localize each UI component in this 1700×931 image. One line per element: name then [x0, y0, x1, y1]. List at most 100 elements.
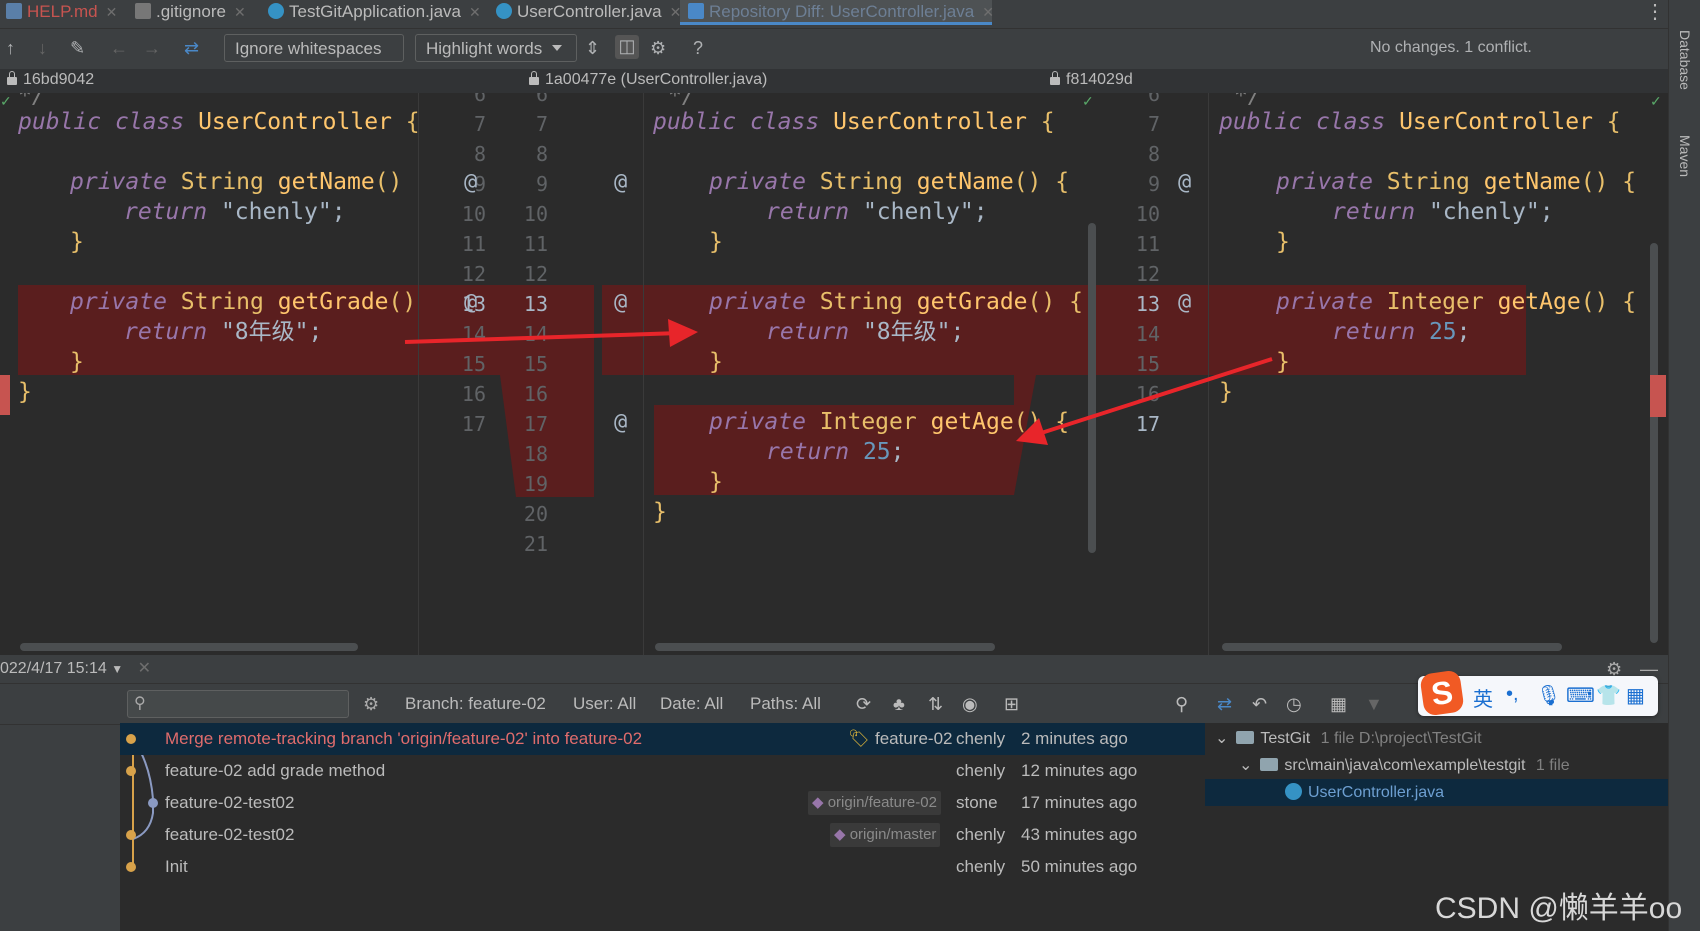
java-class-icon: [496, 3, 512, 19]
skin-icon[interactable]: 👕: [1596, 683, 1621, 708]
whitespace-dropdown[interactable]: Ignore whitespaces: [224, 34, 404, 79]
chevron-down-icon: ⌄: [1239, 757, 1253, 774]
branch-tag: ◆ origin/feature-02: [808, 791, 941, 815]
search-icon: ⚲: [134, 695, 146, 712]
microphone-icon[interactable]: 🎙: [1536, 683, 1561, 708]
three-way-diff: */ public class UserController { private…: [0, 93, 1668, 655]
cherry-pick-icon[interactable]: ♣: [893, 694, 905, 715]
branch-filter[interactable]: Branch: feature-02: [405, 694, 546, 714]
refresh-icon[interactable]: ⟳: [856, 694, 871, 715]
group-icon[interactable]: ▦: [1330, 694, 1347, 715]
tab-gitignore[interactable]: .gitignore ✕: [135, 0, 246, 28]
annotation-arrows: [404, 319, 1273, 445]
tree-node-file[interactable]: UserController.java: [1205, 779, 1668, 806]
java-class-icon: [268, 3, 284, 19]
tree-node-root[interactable]: ⌄ TestGit 1 file D:\project\TestGit: [1205, 725, 1668, 752]
toolbox-icon[interactable]: ▦: [1626, 683, 1645, 708]
tab-repository-diff[interactable]: Repository Diff: UserController.java ✕: [680, 0, 994, 25]
database-tool-tab[interactable]: Database: [1677, 30, 1693, 90]
chevron-down-icon: [552, 45, 563, 51]
gitignore-icon: [135, 3, 151, 19]
sort-icon[interactable]: ⇅: [928, 694, 943, 715]
table-row[interactable]: feature-02 add grade method chenly 12 mi…: [120, 755, 1205, 787]
folder-icon: [1236, 731, 1255, 744]
search-input[interactable]: ⚲: [127, 690, 349, 718]
commit-node: [126, 862, 136, 872]
commit-node: [126, 766, 136, 776]
close-icon[interactable]: ✕: [469, 4, 481, 20]
table-row[interactable]: feature-02-test02 ◆ origin/master chenly…: [120, 819, 1205, 851]
prev-change-icon[interactable]: ↑: [6, 37, 15, 59]
maven-tool-tab[interactable]: Maven: [1677, 135, 1693, 177]
keyboard-icon[interactable]: ⌨: [1566, 683, 1595, 708]
table-row[interactable]: Init chenly 50 minutes ago: [120, 851, 1205, 883]
tag-icon: ◆: [812, 794, 824, 811]
lock-icon: [1050, 71, 1060, 85]
next-change-icon[interactable]: ↓: [38, 37, 47, 59]
help-button[interactable]: ?: [693, 37, 703, 59]
collapse-unchanged-icon[interactable]: ⇕: [585, 37, 600, 59]
folder-icon: [1260, 758, 1279, 771]
java-class-icon: [1285, 783, 1302, 800]
sogou-logo-icon: S: [1419, 669, 1465, 717]
check-icon: ✓: [1082, 93, 1094, 109]
ime-punctuation-toggle[interactable]: •,: [1506, 683, 1519, 706]
commit-node: [148, 798, 158, 808]
search-icon[interactable]: ⚲: [1175, 694, 1188, 715]
center-revision: 1a00477e (UserController.java): [529, 69, 767, 91]
gear-icon[interactable]: ⚙: [650, 37, 666, 59]
markdown-icon: [6, 3, 22, 19]
watermark: CSDN @懒羊羊oo: [1435, 892, 1683, 925]
highlight-dropdown[interactable]: Highlight words: [415, 34, 577, 62]
table-row[interactable]: Merge remote-tracking branch 'origin/fea…: [120, 723, 1205, 755]
tag-icon: 🏷: [848, 729, 870, 748]
commit-list[interactable]: Merge remote-tracking branch 'origin/fea…: [120, 723, 1205, 931]
chevron-down-icon: ▼: [111, 662, 124, 676]
tab-help-md[interactable]: HELP.md ✕: [6, 0, 117, 28]
revision-header: 16bd9042 1a00477e (UserController.java) …: [0, 69, 1668, 93]
tab-testgitapplication[interactable]: TestGitApplication.java ✕: [268, 0, 481, 28]
more-tabs-icon[interactable]: ⋮: [1645, 0, 1665, 28]
diff-toolbar: ↑ ↓ ✎ ← → ⇄ Ignore whitespaces Highlight…: [0, 29, 1668, 79]
user-filter[interactable]: User: All: [573, 694, 636, 714]
diff-status: No changes. 1 conflict.: [1370, 39, 1532, 56]
paths-filter[interactable]: Paths: All: [750, 694, 821, 714]
undo-icon[interactable]: ↶: [1252, 694, 1267, 715]
compare-icon[interactable]: ⇄: [1217, 694, 1232, 715]
branch-tag: ◆ origin/master: [830, 823, 941, 847]
table-row[interactable]: feature-02-test02 ◆ origin/feature-02 st…: [120, 787, 1205, 819]
commit-node: [126, 734, 136, 744]
log-tab[interactable]: 022/4/17 15:14 ▼ ✕: [0, 655, 151, 683]
right-tool-strip: Database Maven: [1668, 0, 1700, 931]
close-icon[interactable]: ✕: [234, 4, 246, 20]
chevron-down-icon: ⌄: [1215, 730, 1229, 747]
check-icon: ✓: [1650, 93, 1662, 109]
close-icon[interactable]: ✕: [982, 4, 994, 20]
date-filter[interactable]: Date: All: [660, 694, 723, 714]
ime-toolbar: S 英 •, 🎙 ⌨ 👕 ▦: [1418, 669, 1658, 717]
tab-usercontroller[interactable]: UserController.java ✕: [496, 0, 681, 28]
forward-arrow-icon[interactable]: →: [143, 37, 161, 59]
right-revision: f814029d: [1050, 69, 1133, 91]
filter-icon[interactable]: ▼: [1365, 694, 1383, 715]
close-icon: ✕: [137, 660, 151, 677]
new-tab-icon[interactable]: ⊞: [1004, 694, 1019, 715]
gear-icon[interactable]: ⚙: [363, 694, 379, 715]
check-icon: ✓: [0, 93, 12, 109]
left-revision: 16bd9042: [7, 69, 94, 91]
tree-node-folder[interactable]: ⌄ src\main\java\com\example\testgit 1 fil…: [1205, 752, 1668, 779]
side-by-side-icon[interactable]: ◫: [615, 35, 639, 59]
back-arrow-icon[interactable]: ←: [110, 37, 128, 59]
lock-icon: [529, 71, 539, 85]
tag-icon: ◆: [834, 826, 846, 843]
diff-icon: [688, 3, 704, 19]
compare-icon[interactable]: ⇄: [184, 37, 199, 59]
history-icon[interactable]: ◷: [1286, 694, 1302, 715]
edit-source-icon[interactable]: ✎: [70, 37, 85, 59]
eye-icon[interactable]: ◉: [962, 694, 978, 715]
editor-tab-bar: HELP.md ✕ .gitignore ✕ TestGitApplication.…: [0, 0, 1668, 29]
close-icon[interactable]: ✕: [106, 4, 118, 20]
ime-language-toggle[interactable]: 英: [1473, 683, 1493, 712]
commit-node: [126, 830, 136, 840]
lock-icon: [7, 71, 17, 85]
